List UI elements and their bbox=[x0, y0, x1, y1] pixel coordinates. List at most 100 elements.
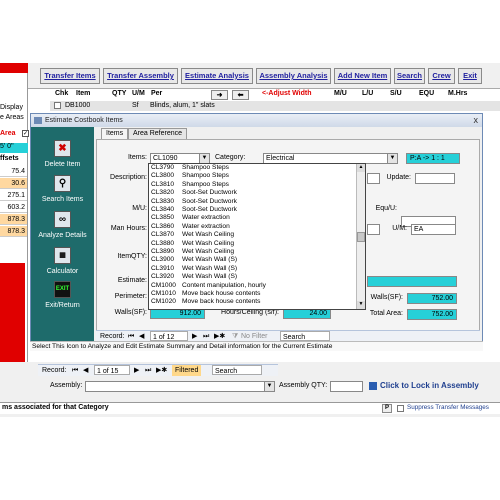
adjust-width-label[interactable]: <-Adjust Width bbox=[262, 90, 312, 97]
window-title-text: Estimate Costbook Items bbox=[45, 117, 123, 124]
main-toolbar: Transfer Items Transfer Assembly Estimat… bbox=[28, 63, 500, 89]
dropdown-item-desc: Water extraction bbox=[182, 222, 230, 230]
tab-area-reference[interactable]: Area Reference bbox=[128, 128, 188, 139]
binoculars-icon[interactable]: ∞ bbox=[54, 211, 71, 228]
assembly-label: Assembly: bbox=[50, 382, 83, 389]
outer-search-box[interactable]: Search bbox=[212, 365, 262, 375]
category-label: Category: bbox=[215, 154, 246, 161]
inner-record-position[interactable]: 1 of 12 bbox=[150, 331, 188, 341]
search-button[interactable]: Search bbox=[394, 68, 425, 84]
prev-record-icon[interactable]: ◀ bbox=[83, 365, 88, 376]
scroll-down-icon[interactable]: ▼ bbox=[357, 301, 365, 309]
left-background-panel: Display e Areas Area ✓ 5' 0" ffsets 75.4… bbox=[0, 63, 29, 393]
dropdown-item-desc: Soot-Set Ductwork bbox=[182, 206, 237, 213]
estimate-label: Estimate: bbox=[117, 277, 147, 284]
magnifier-icon[interactable]: ⚲ bbox=[54, 175, 71, 192]
left-checkbox[interactable]: ✓ bbox=[22, 130, 29, 137]
chevron-down-icon[interactable]: ▼ bbox=[199, 154, 209, 163]
chevron-down-icon[interactable]: ▼ bbox=[264, 382, 274, 391]
exit-icon[interactable]: EXIT bbox=[54, 281, 71, 298]
dropdown-item-desc: Shampoo Steps bbox=[182, 180, 229, 188]
assembly-analysis-button[interactable]: Assembly Analysis bbox=[256, 68, 331, 84]
dropdown-item-desc: Wet Wash Ceiling bbox=[182, 239, 235, 247]
close-icon[interactable]: x bbox=[474, 114, 479, 127]
dropdown-item[interactable]: CL3890 Wet Wash Ceiling bbox=[149, 248, 357, 256]
description-small-field[interactable] bbox=[367, 173, 380, 184]
bottom-area: Record: ⏮ ◀ 1 of 15 ▶ ⏭ ▶✱ Filtered Sear… bbox=[0, 362, 500, 417]
col-qty: QTY bbox=[112, 90, 127, 97]
scroll-thumb[interactable] bbox=[357, 232, 365, 242]
sidebar-item-search[interactable]: Search Items bbox=[31, 196, 94, 203]
manhours-small-field[interactable] bbox=[367, 224, 380, 235]
assembly-combo[interactable]: ▼ bbox=[85, 381, 275, 392]
estimate-analysis-button[interactable]: Estimate Analysis bbox=[181, 68, 253, 84]
items-dropdown-list[interactable]: CL3790 Shampoo Steps CL3800 Shampoo Steps CL… bbox=[148, 163, 366, 310]
um-field[interactable]: EA bbox=[411, 224, 456, 235]
lock-assembly-link[interactable]: Click to Lock in Assembly bbox=[380, 381, 479, 390]
dropdown-item[interactable]: CL3880 Wet Wash Ceiling bbox=[149, 240, 357, 248]
lock-icon[interactable] bbox=[369, 382, 377, 390]
dropdown-item-desc: Soot-Set Ductwork bbox=[182, 189, 237, 197]
walls-label: Walls(SF): bbox=[114, 309, 147, 316]
sidebar-item-exit[interactable]: Exit/Return bbox=[31, 302, 94, 309]
arrow-left-icon[interactable]: ⬅ bbox=[232, 90, 249, 100]
left-text-areas: e Areas bbox=[0, 114, 24, 121]
dropdown-item[interactable]: CL3800 Shampoo Steps bbox=[149, 172, 357, 180]
sidebar-item-delete[interactable]: Delete Item bbox=[31, 161, 94, 168]
tab-items[interactable]: Items bbox=[101, 128, 129, 139]
dropdown-item[interactable]: CL3820 Soot-Set Ductwork bbox=[149, 189, 357, 197]
outer-record-position[interactable]: 1 of 15 bbox=[94, 365, 130, 375]
grid-header: Chk Item QTY U/M Per ➜ ⬅ <-Adjust Width … bbox=[28, 89, 500, 101]
dropdown-item[interactable]: CL3910 Wet Wash Wall (S) bbox=[149, 265, 357, 273]
chevron-down-icon[interactable]: ▼ bbox=[387, 154, 397, 163]
arrow-right-icon[interactable]: ➜ bbox=[211, 90, 228, 100]
dropdown-item[interactable]: CL3900 Wet Wash Wall (S) bbox=[149, 256, 357, 264]
update-field[interactable] bbox=[415, 173, 455, 184]
dropdown-scrollbar[interactable]: ▲ ▼ bbox=[356, 164, 365, 309]
footer-bar: ms associated for that Category P Suppre… bbox=[0, 402, 500, 414]
dropdown-item[interactable]: CL3810 Shampoo Steps bbox=[149, 181, 357, 189]
scroll-up-icon[interactable]: ▲ bbox=[357, 164, 365, 172]
p-button[interactable]: P bbox=[382, 404, 392, 413]
dropdown-item[interactable]: CM1000 Content manipulation, hourly bbox=[149, 282, 357, 290]
update-label: Update: bbox=[386, 174, 411, 181]
exit-button[interactable]: Exit bbox=[458, 68, 482, 84]
grid-row[interactable]: DB1000 Sf Blinds, alum, 1" slats bbox=[50, 101, 500, 111]
dropdown-item[interactable]: CM1020 Move back house contents bbox=[149, 298, 357, 306]
outer-filtered[interactable]: Filtered bbox=[172, 365, 202, 376]
window-title: Estimate Costbook Items x bbox=[31, 114, 482, 127]
hours-ceiling-label: Hours/Ceiling (s/f): bbox=[221, 309, 279, 316]
sidebar-item-analyze[interactable]: Analyze Details bbox=[31, 232, 94, 239]
walls-right-field: 752.00 bbox=[407, 293, 457, 304]
row-checkbox[interactable] bbox=[54, 102, 61, 109]
dropdown-item[interactable]: CL3790 Shampoo Steps bbox=[149, 164, 357, 172]
next-record-icon[interactable]: ▶ bbox=[134, 365, 139, 376]
dropdown-item[interactable]: CL3860 Water extraction bbox=[149, 223, 357, 231]
dropdown-item[interactable]: CL3830 Soot-Set Ductwork bbox=[149, 198, 357, 206]
calculator-icon[interactable]: ▦ bbox=[54, 247, 71, 264]
sidebar: ✖ Delete Item ⚲ Search Items ∞ Analyze D… bbox=[31, 127, 94, 342]
first-record-icon[interactable]: ⏮ bbox=[72, 365, 78, 376]
dropdown-item[interactable]: CL3840 Soot-Set Ductwork bbox=[149, 206, 357, 214]
dropdown-item-desc: Shampoo Steps bbox=[182, 164, 229, 171]
transfer-items-button[interactable]: Transfer Items bbox=[40, 68, 100, 84]
dropdown-item-desc: Soot-Set Ductwork bbox=[182, 197, 237, 205]
dropdown-item-desc: Wet Wash Ceiling bbox=[182, 248, 235, 255]
assembly-qty-field[interactable] bbox=[330, 381, 363, 392]
dropdown-item[interactable]: CL3920 Wet Wash Wall (S) bbox=[149, 273, 357, 281]
crew-button[interactable]: Crew bbox=[428, 68, 455, 84]
dropdown-item-desc: Content manipulation, hourly bbox=[182, 281, 266, 289]
last-record-icon[interactable]: ⏭ bbox=[145, 365, 151, 376]
dropdown-item-code: CL3820 bbox=[151, 189, 175, 197]
delete-icon[interactable]: ✖ bbox=[54, 140, 71, 157]
new-record-icon[interactable]: ▶✱ bbox=[156, 365, 167, 376]
add-new-item-button[interactable]: Add New Item bbox=[334, 68, 391, 84]
transfer-assembly-button[interactable]: Transfer Assembly bbox=[103, 68, 178, 84]
suppress-checkbox[interactable] bbox=[397, 405, 404, 412]
dropdown-item[interactable]: CL3870 Wet Wash Ceiling bbox=[149, 231, 357, 239]
left-value-cell: 75.4 bbox=[0, 166, 27, 177]
dropdown-item[interactable]: CM1010 Move back house contents bbox=[149, 290, 357, 298]
sidebar-item-calculator[interactable]: Calculator bbox=[31, 268, 94, 275]
dropdown-item[interactable]: CL3850 Water extraction bbox=[149, 214, 357, 222]
inner-search-box[interactable]: Search bbox=[280, 331, 330, 341]
